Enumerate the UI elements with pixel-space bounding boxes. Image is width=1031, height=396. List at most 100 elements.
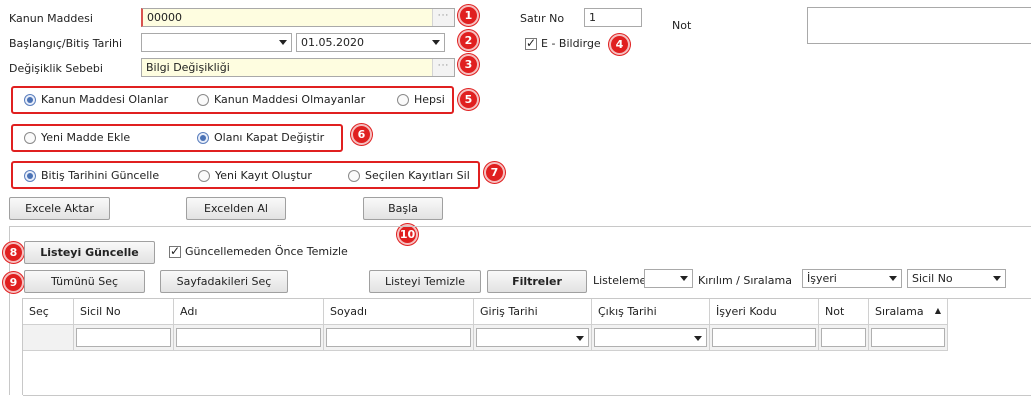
column-header-adi[interactable]: Adı (174, 299, 324, 325)
radio-yeni-madde-ekle[interactable]: Yeni Madde Ekle (24, 131, 130, 144)
radio-icon[interactable] (348, 169, 360, 182)
radio-icon[interactable] (197, 131, 209, 144)
data-grid: Seç Sicil No Adı Soyadı Giriş Tarihi Çık… (22, 298, 1031, 396)
degisiklik-sebebi-value: Bilgi Değişikliği (146, 61, 230, 74)
kanun-maddesi-value: 00000 (147, 11, 182, 24)
radio-secilen-kayitlari-sil[interactable]: Seçilen Kayıtları Sil (348, 169, 470, 182)
badge-10: 10 (397, 224, 418, 245)
column-header-sec[interactable]: Seç (23, 299, 74, 325)
column-header-sicil-no[interactable]: Sicil No (74, 299, 174, 325)
guncellemeden-once-temizle-checkbox[interactable]: Güncellemeden Önce Temizle (169, 244, 348, 258)
satir-no-field[interactable]: 1 (584, 8, 642, 27)
radio-icon[interactable] (198, 169, 210, 182)
kanun-maddesi-field[interactable]: 00000 ··· (141, 8, 455, 27)
degisiklik-sebebi-field[interactable]: Bilgi Değişikliği ··· (141, 58, 455, 77)
radio-label: Olanı Kapat Değiştir (214, 131, 325, 144)
chevron-down-icon[interactable] (889, 276, 897, 281)
chevron-down-icon[interactable] (279, 40, 287, 45)
siralama-header-label: Sıralama (875, 305, 924, 318)
filter-cell-adi (174, 325, 324, 351)
siralama-select[interactable]: Sicil No (907, 269, 1006, 288)
badge-1: 1 (458, 5, 479, 26)
filter-cell-isyeri-kodu (710, 325, 819, 351)
e-bildirge-checkbox[interactable]: E - Bildirge (525, 36, 601, 50)
radio-icon[interactable] (24, 169, 36, 182)
radio-icon[interactable] (24, 93, 36, 106)
column-header-giris-tarihi[interactable]: Giriş Tarihi (474, 299, 592, 325)
baslangic-date-picker[interactable] (141, 33, 292, 52)
radio-label: Hepsi (414, 93, 445, 106)
sort-asc-icon: ▲ (934, 306, 941, 315)
chevron-down-icon[interactable] (680, 276, 688, 281)
column-header-not[interactable]: Not (819, 299, 869, 325)
column-header-isyeri-kodu[interactable]: İşyeri Kodu (710, 299, 819, 325)
kanun-maddesi-label: Kanun Maddesi (9, 12, 93, 25)
badge-5: 5 (458, 89, 479, 110)
radio-yeni-kayit-olustur[interactable]: Yeni Kayıt Oluştur (198, 169, 312, 182)
filter-input-adi[interactable] (176, 328, 321, 347)
radio-icon[interactable] (197, 93, 209, 106)
filter-input-soyadi[interactable] (326, 328, 471, 347)
badge-3: 3 (458, 54, 479, 75)
filter-input-cikis-tarihi[interactable] (594, 328, 707, 347)
filter-cell-sicil-no (74, 325, 174, 351)
radio-label: Bitiş Tarihini Güncelle (41, 169, 160, 182)
column-header-siralama[interactable]: Sıralama ▲ (869, 299, 948, 325)
not-textarea[interactable] (807, 7, 1031, 44)
radio-olani-kapat-degistir[interactable]: Olanı Kapat Değiştir (197, 131, 324, 144)
filter-cell-sec (23, 325, 74, 351)
filter-input-not[interactable] (821, 328, 866, 347)
baslangic-bitis-label: Başlangıç/Bitiş Tarihi (9, 37, 123, 50)
filter-input-isyeri-kodu[interactable] (712, 328, 816, 347)
filter-cell-giris-tarihi (474, 325, 592, 351)
column-header-cikis-tarihi[interactable]: Çıkış Tarihi (592, 299, 710, 325)
checkbox-icon[interactable] (525, 36, 537, 50)
badge-9: 9 (3, 272, 24, 293)
filter-input-sicil-no[interactable] (76, 328, 171, 347)
radio-label: Kanun Maddesi Olanlar (41, 93, 169, 106)
basla-button[interactable]: Başla (363, 197, 443, 220)
listeyi-temizle-button[interactable]: Listeyi Temizle (369, 270, 481, 293)
kirilim-select[interactable]: İşyeri (802, 269, 902, 288)
filter-input-giris-tarihi[interactable] (476, 328, 589, 347)
radio-kanun-maddesi-olmayanlar[interactable]: Kanun Maddesi Olmayanlar (197, 93, 365, 106)
excelden-al-button[interactable]: Excelden Al (186, 197, 286, 220)
listeleme-select[interactable] (644, 269, 693, 288)
checkbox-icon[interactable] (169, 244, 181, 258)
badge-7: 7 (484, 162, 505, 183)
tumunu-sec-button[interactable]: Tümünü Seç (24, 270, 145, 293)
kanun-maddesi-lookup-button[interactable]: ··· (432, 9, 454, 26)
radio-icon[interactable] (24, 131, 36, 144)
chevron-down-icon[interactable] (576, 336, 584, 341)
radio-label: Seçilen Kayıtları Sil (365, 169, 470, 182)
filter-cell-cikis-tarihi (592, 325, 710, 351)
degisiklik-sebebi-lookup-button[interactable]: ··· (432, 59, 454, 76)
listeleme-label: Listeleme (593, 274, 647, 287)
sayfadakileri-sec-button[interactable]: Sayfadakileri Seç (160, 270, 288, 293)
listeyi-guncelle-button[interactable]: Listeyi Güncelle (24, 241, 155, 264)
chevron-down-icon[interactable] (694, 336, 702, 341)
filter-cell-siralama (869, 325, 948, 351)
radio-label: Yeni Kayıt Oluştur (215, 169, 312, 182)
badge-6: 6 (351, 124, 372, 145)
filter-cell-soyadi (324, 325, 474, 351)
chevron-down-icon[interactable] (432, 40, 440, 45)
radio-hepsi[interactable]: Hepsi (397, 93, 445, 106)
kirilim-value: İşyeri (807, 272, 837, 285)
siralama-value: Sicil No (912, 272, 953, 285)
bitis-date-picker[interactable]: 01.05.2020 (296, 33, 445, 52)
chevron-down-icon[interactable] (993, 276, 1001, 281)
bitis-value: 01.05.2020 (301, 36, 364, 49)
column-header-soyadi[interactable]: Soyadı (324, 299, 474, 325)
radio-kanun-maddesi-olanlar[interactable]: Kanun Maddesi Olanlar (24, 93, 168, 106)
filter-cell-not (819, 325, 869, 351)
radio-bitis-tarihini-guncelle[interactable]: Bitiş Tarihini Güncelle (24, 169, 159, 182)
filtreler-button[interactable]: Filtreler (487, 270, 587, 293)
excele-aktar-button[interactable]: Excele Aktar (9, 197, 110, 220)
radio-label: Yeni Madde Ekle (41, 131, 131, 144)
badge-2: 2 (458, 30, 479, 51)
filter-input-siralama[interactable] (871, 328, 945, 347)
radio-label: Kanun Maddesi Olmayanlar (214, 93, 366, 106)
radio-icon[interactable] (397, 93, 409, 106)
section-divider (9, 226, 1031, 227)
